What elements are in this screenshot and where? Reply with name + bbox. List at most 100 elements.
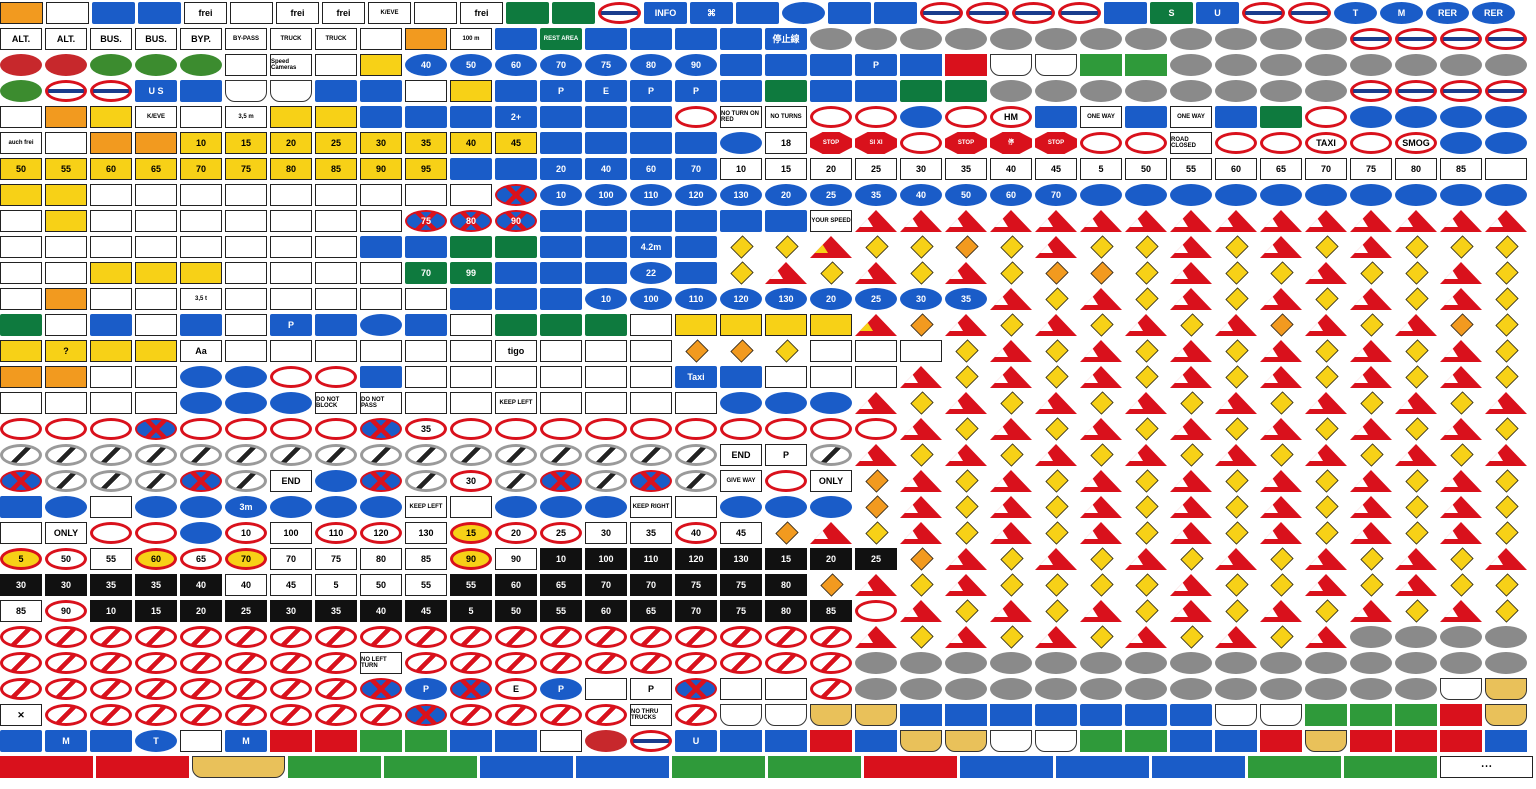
road-sign-icon	[810, 704, 852, 726]
sign-row	[0, 624, 1530, 650]
road-sign-icon	[1440, 54, 1482, 76]
road-sign-icon	[675, 262, 717, 284]
road-sign-icon	[1450, 391, 1474, 415]
road-sign-icon	[1440, 522, 1482, 544]
road-sign-icon	[1395, 704, 1437, 726]
road-sign-icon	[1270, 547, 1294, 571]
road-sign-icon	[45, 678, 87, 700]
road-sign-icon	[990, 496, 1032, 518]
road-sign-icon	[135, 184, 177, 206]
road-sign-icon	[1405, 599, 1429, 623]
road-sign-icon	[90, 106, 132, 128]
road-sign-icon	[46, 2, 89, 24]
road-sign-icon: 5	[0, 548, 42, 570]
road-sign-icon	[966, 2, 1009, 24]
road-sign-icon	[855, 210, 897, 232]
road-sign-icon: 50	[495, 600, 537, 622]
road-sign-icon	[990, 678, 1032, 700]
road-sign-icon	[540, 626, 582, 648]
road-sign-icon: 120	[720, 288, 762, 310]
road-sign-icon	[1225, 521, 1249, 545]
sign-row: NO LEFT TURN	[0, 650, 1530, 676]
road-sign-icon	[135, 392, 177, 414]
road-sign-icon	[1090, 625, 1114, 649]
road-sign-icon	[450, 184, 492, 206]
road-sign-icon: 35	[315, 600, 357, 622]
road-sign-icon	[1450, 235, 1474, 259]
road-sign-icon: 5	[450, 600, 492, 622]
road-sign-icon: P	[630, 678, 672, 700]
road-sign-icon: 85	[405, 548, 447, 570]
road-sign-icon	[720, 54, 762, 76]
road-sign-icon	[1405, 339, 1429, 363]
road-sign-icon	[1080, 522, 1122, 544]
road-sign-icon	[1080, 54, 1122, 76]
road-sign-icon: 65	[540, 574, 582, 596]
road-sign-icon	[135, 652, 177, 674]
sign-row: END P	[0, 442, 1530, 468]
road-sign-icon	[675, 392, 717, 414]
road-sign-icon: 55	[90, 548, 132, 570]
road-sign-icon: 75	[225, 158, 267, 180]
road-sign-icon: 25	[540, 522, 582, 544]
road-sign-icon	[1215, 54, 1257, 76]
road-sign-icon	[552, 2, 595, 24]
road-sign-icon	[1170, 210, 1212, 232]
road-sign-icon: STOP	[810, 132, 852, 154]
road-sign-icon	[90, 704, 132, 726]
road-sign-icon	[630, 366, 672, 388]
road-sign-icon	[450, 366, 492, 388]
road-sign-icon	[45, 418, 87, 440]
road-sign-icon	[315, 652, 357, 674]
road-sign-icon	[630, 340, 672, 362]
road-sign-icon	[775, 235, 799, 259]
road-sign-icon	[900, 80, 942, 102]
road-sign-icon	[1090, 391, 1114, 415]
road-sign-icon	[506, 2, 549, 24]
road-sign-icon	[480, 756, 573, 778]
road-sign-icon	[810, 314, 852, 336]
road-sign-icon	[1035, 54, 1077, 76]
road-sign-icon: 120	[675, 548, 717, 570]
road-sign-icon: 130	[405, 522, 447, 544]
road-sign-icon	[225, 54, 267, 76]
road-sign-icon: 60	[630, 158, 672, 180]
road-sign-icon	[855, 730, 897, 752]
road-sign-icon	[1440, 340, 1482, 362]
road-sign-icon	[900, 210, 942, 232]
road-sign-icon	[1045, 287, 1069, 311]
road-sign-icon	[1405, 469, 1429, 493]
road-sign-icon	[495, 262, 537, 284]
road-sign-icon	[0, 392, 42, 414]
road-sign-icon	[675, 496, 717, 518]
road-sign-icon	[1035, 106, 1077, 128]
road-sign-icon	[1305, 574, 1347, 596]
road-sign-icon	[910, 547, 934, 571]
road-sign-icon	[1405, 261, 1429, 285]
road-sign-icon: NO LEFT TURN	[360, 652, 402, 674]
road-sign-icon	[720, 730, 762, 752]
road-sign-icon	[1135, 287, 1159, 311]
road-sign-icon	[765, 678, 807, 700]
road-sign-icon	[1090, 313, 1114, 337]
road-sign-icon	[990, 652, 1032, 674]
road-sign-icon: 10	[180, 132, 222, 154]
road-sign-icon	[765, 314, 807, 336]
road-sign-icon	[0, 444, 42, 466]
road-sign-icon	[775, 339, 799, 363]
road-sign-icon	[1215, 652, 1257, 674]
road-sign-icon	[1350, 106, 1392, 128]
road-sign-icon	[1170, 262, 1212, 284]
road-sign-icon	[1440, 418, 1482, 440]
road-sign-icon: 130	[720, 184, 762, 206]
road-sign-icon	[1305, 652, 1347, 674]
road-sign-icon	[1260, 652, 1302, 674]
road-sign-icon	[0, 522, 42, 544]
road-sign-icon	[1485, 392, 1527, 414]
road-sign-icon: 70	[225, 548, 267, 570]
road-sign-icon	[1315, 495, 1339, 519]
road-sign-icon	[90, 236, 132, 258]
road-sign-icon: 35	[405, 418, 447, 440]
road-sign-icon	[1260, 600, 1302, 622]
road-sign-icon	[1125, 392, 1167, 414]
